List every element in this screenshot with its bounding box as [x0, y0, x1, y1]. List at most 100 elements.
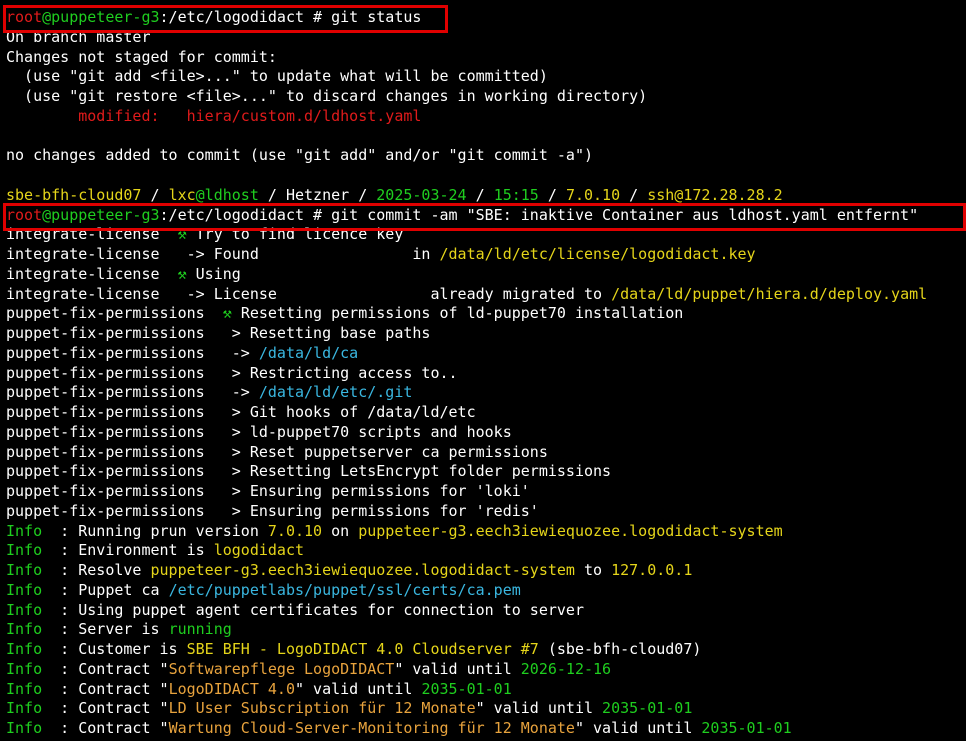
terminal-text-segment: ->	[231, 383, 259, 402]
terminal-text-segment: /	[349, 185, 377, 204]
terminal-line: Info : Contract "LogoDIDACT 4.0" valid u…	[6, 679, 512, 699]
terminal-text-segment: 2035-01-01	[701, 719, 792, 737]
terminal-text-segment: Hetzner	[285, 185, 350, 204]
terminal-text-segment: ⚒	[222, 304, 241, 323]
terminal-line: integrate-license -> Found in /data/ld/e…	[6, 244, 756, 264]
terminal-text-segment: (sbe-bfh-cloud07)	[538, 640, 702, 658]
terminal-text-segment: > ld-puppet70 scripts and hooks	[231, 422, 512, 441]
terminal-line: Info : Customer is SBE BFH - LogoDIDACT …	[6, 639, 701, 659]
terminal-text-segment: ->	[231, 343, 259, 362]
terminal-text-segment: puppet-fix-permissions	[6, 482, 232, 500]
terminal-text-segment: : Contract "	[42, 699, 169, 718]
terminal-text-segment: Info	[6, 521, 43, 540]
terminal-text-segment: /	[620, 185, 648, 204]
terminal-text-segment: : Using puppet agent certificates for co…	[42, 600, 584, 619]
terminal-text-segment: > Restricting access to..	[231, 363, 458, 382]
terminal-text-segment: > Reset puppetserver ca permissions	[231, 442, 548, 461]
terminal-line: integrate-license -> License already mig…	[6, 284, 927, 304]
terminal-text-segment: LD User Subscription für 12 Monate	[168, 699, 476, 718]
terminal-text-segment: ⚒	[177, 264, 196, 283]
terminal-line: Info : Puppet ca /etc/puppetlabs/puppet/…	[6, 580, 521, 600]
terminal-text-segment: puppet-fix-permissions	[6, 422, 232, 441]
terminal-text-segment: : Puppet ca	[42, 580, 169, 599]
terminal-text-segment: 2035-01-01	[421, 679, 512, 698]
terminal-text-segment: /	[538, 185, 566, 204]
terminal-text-segment: Using	[195, 264, 241, 283]
terminal-text-segment: Info	[6, 719, 43, 737]
terminal-line: puppet-fix-permissions -> /data/ld/ca	[6, 343, 358, 363]
terminal-line: (use "git add <file>..." to update what …	[6, 66, 548, 86]
highlight-git-status	[3, 5, 448, 33]
terminal-text-segment: Info	[6, 699, 43, 718]
terminal-text-segment: 7.0.10	[565, 185, 621, 204]
terminal-text-segment: /	[466, 185, 494, 204]
terminal-text-segment: /data/ld/ca	[258, 343, 359, 362]
terminal-text-segment: 15:15	[493, 185, 539, 204]
terminal-text-segment: Info	[6, 580, 43, 599]
terminal-text-segment: > Resetting base paths	[231, 324, 431, 342]
terminal-line: Info : Contract "LD User Subscription fü…	[6, 698, 692, 718]
terminal-text-segment: (use "git restore <file>..." to discard …	[6, 87, 648, 105]
terminal-text-segment: : Contract "	[42, 659, 169, 678]
terminal-text-segment: : Running prun version	[42, 521, 268, 540]
terminal-line: Info : Resolve puppeteer-g3.eech3iewiequ…	[6, 560, 692, 580]
terminal-text-segment: 2026-12-16	[520, 659, 612, 678]
terminal-line: puppet-fix-permissions > Ensuring permis…	[6, 481, 530, 501]
terminal-text-segment: -> Found in	[186, 245, 440, 263]
terminal-text-segment: -> License already migrated to	[186, 284, 612, 303]
terminal-text-segment: puppet-fix-permissions	[6, 383, 232, 402]
terminal-line: puppet-fix-permissions > Restricting acc…	[6, 363, 458, 383]
terminal-text-segment: > Ensuring permissions for 'loki'	[231, 482, 530, 500]
terminal-line: (use "git restore <file>..." to discard …	[6, 86, 647, 106]
terminal-line: Info : Running prun version 7.0.10 on pu…	[6, 521, 783, 541]
terminal-text-segment: integrate-license	[6, 284, 187, 303]
terminal-text-segment: Resetting permissions of ld-puppet70 ins…	[240, 304, 684, 323]
terminal-text-segment: : Contract "	[42, 719, 169, 737]
terminal-text-segment: puppet-fix-permissions	[6, 501, 232, 520]
highlight-git-commit	[3, 203, 966, 231]
terminal-window[interactable]: root@puppeteer-g3:/etc/logodidact # git …	[0, 0, 966, 741]
terminal-text-segment: puppet-fix-permissions	[6, 343, 232, 362]
terminal-text-segment: 7.0.10	[267, 521, 323, 540]
terminal-text-segment: Info	[6, 600, 43, 619]
terminal-text-segment: puppet-fix-permissions	[6, 363, 232, 382]
terminal-text-segment: integrate-license	[6, 264, 178, 283]
terminal-text-segment: Info	[6, 620, 43, 639]
terminal-text-segment: puppet-fix-permissions	[6, 442, 232, 461]
terminal-text-segment: sbe-bfh-cloud07	[6, 185, 142, 204]
terminal-text-segment: on	[322, 521, 359, 540]
terminal-line: no changes added to commit (use "git add…	[6, 145, 593, 165]
terminal-line: puppet-fix-permissions -> /data/ld/etc/.…	[6, 382, 412, 402]
terminal-line: puppet-fix-permissions > ld-puppet70 scr…	[6, 422, 512, 442]
terminal-line: puppet-fix-permissions > Resetting LetsE…	[6, 461, 611, 481]
terminal-line: Info : Server is running	[6, 619, 232, 639]
terminal-text-segment: /data/ld/puppet/hiera.d/deploy.yaml	[611, 284, 928, 303]
terminal-text-segment: ssh@172.28.28.2	[647, 185, 783, 204]
terminal-text-segment: Info	[6, 679, 43, 698]
terminal-text-segment: Info	[6, 561, 43, 579]
terminal-text-segment: /	[141, 185, 169, 204]
terminal-line: Info : Environment is logodidact	[6, 540, 304, 560]
terminal-text-segment: " valid until	[394, 659, 521, 678]
terminal-text-segment: /data/ld/etc/license/logodidact.key	[439, 245, 756, 263]
terminal-line: Info : Contract "Softwarepflege LogoDIDA…	[6, 659, 611, 679]
terminal-text-segment: puppeteer-g3.eech3iewiequozee.logodidact…	[358, 521, 783, 540]
terminal-text-segment: Info	[6, 541, 43, 560]
terminal-text-segment: Info	[6, 640, 43, 658]
terminal-text-segment: " valid until	[574, 719, 702, 737]
terminal-line: modified: hiera/custom.d/ldhost.yaml	[6, 106, 421, 126]
terminal-text-segment: : Environment is	[42, 541, 214, 560]
terminal-text-segment: SBE BFH - LogoDIDACT 4.0 Cloudserver #7	[186, 640, 539, 658]
terminal-text-segment: @ldhost	[195, 185, 259, 204]
terminal-text-segment: running	[168, 620, 232, 639]
terminal-line: Info : Using puppet agent certificates f…	[6, 600, 584, 620]
terminal-text-segment: Wartung Cloud-Server-Monitoring für 12 M…	[168, 719, 575, 737]
terminal-text-segment: /	[258, 185, 286, 204]
terminal-text-segment: " valid until	[475, 699, 603, 718]
terminal-text-segment: : Server is	[42, 620, 169, 639]
terminal-text-segment: integrate-license	[6, 245, 187, 263]
terminal-text-segment: puppet-fix-permissions	[6, 403, 232, 421]
terminal-text-segment: : Contract "	[42, 679, 169, 698]
terminal-line: sbe-bfh-cloud07 / lxc@ldhost / Hetzner /…	[6, 185, 783, 205]
